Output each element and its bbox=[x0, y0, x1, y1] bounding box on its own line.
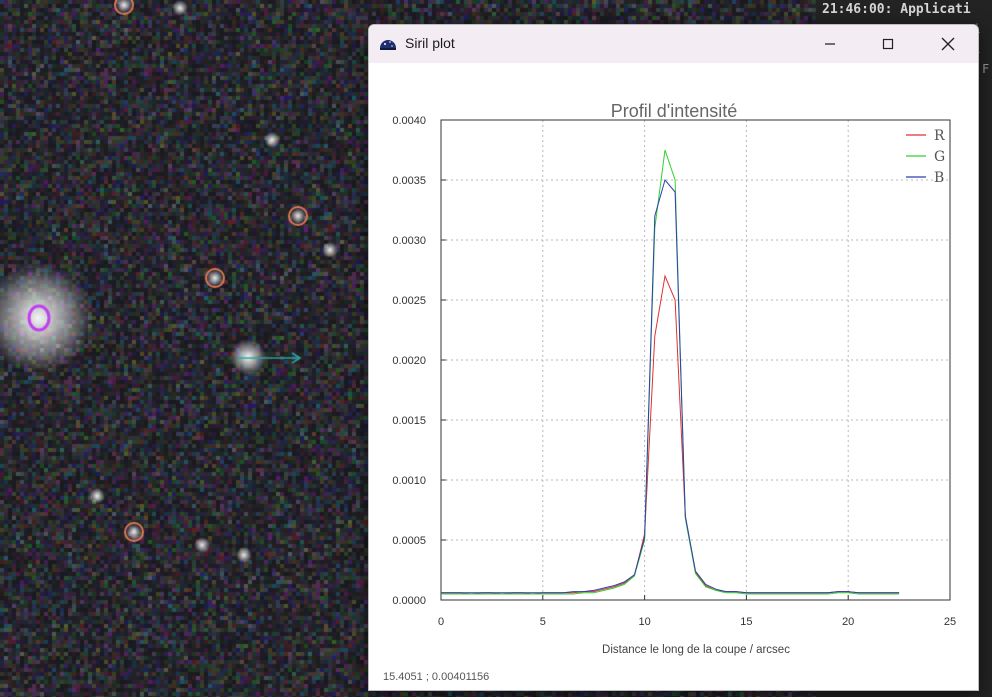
series-line-g bbox=[441, 149, 900, 595]
x-tick-label: 20 bbox=[842, 616, 854, 628]
maximize-button[interactable] bbox=[865, 29, 911, 59]
minimize-button[interactable] bbox=[807, 29, 853, 59]
minimize-icon bbox=[825, 43, 835, 45]
siril-app-icon bbox=[380, 40, 396, 50]
window-title: Siril plot bbox=[405, 35, 455, 51]
x-axis-label: Distance le long de la coupe / arcsec bbox=[602, 644, 790, 656]
console-fragment: F bbox=[982, 62, 990, 76]
close-icon bbox=[941, 37, 955, 51]
siril-plot-window: Siril plot Profil d'intensité Distance l… bbox=[368, 24, 979, 691]
y-tick-label: 0.0020 bbox=[392, 355, 426, 367]
series-line-r bbox=[441, 274, 900, 595]
x-tick-label: 0 bbox=[438, 616, 444, 628]
chart-title: Profil d'intensité bbox=[611, 101, 738, 121]
y-tick-label: 0.0030 bbox=[392, 235, 426, 247]
x-tick-label: 10 bbox=[638, 616, 650, 628]
y-tick-label: 0.0010 bbox=[392, 475, 426, 487]
y-tick-label: 0.0025 bbox=[392, 295, 426, 307]
x-tick-label: 15 bbox=[740, 616, 752, 628]
y-tick-label: 0.0040 bbox=[392, 115, 426, 127]
intensity-profile-chart[interactable]: Profil d'intensité Distance le long de l… bbox=[369, 63, 978, 690]
maximize-icon bbox=[882, 38, 894, 50]
cursor-coordinates: 15.4051 ; 0.00401156 bbox=[383, 671, 490, 683]
legend-label-g: G bbox=[934, 149, 945, 165]
series-line-b bbox=[441, 178, 900, 594]
x-tick-label: 5 bbox=[540, 616, 546, 628]
x-tick-label: 25 bbox=[944, 616, 956, 628]
console-log-line: 21:46:00: Applicati bbox=[822, 2, 971, 17]
close-button[interactable] bbox=[925, 29, 971, 59]
y-tick-label: 0.0000 bbox=[392, 595, 426, 607]
legend-label-r: R bbox=[934, 128, 945, 144]
y-tick-label: 0.0005 bbox=[392, 535, 426, 547]
window-titlebar[interactable]: Siril plot bbox=[369, 25, 978, 63]
legend-label-b: B bbox=[934, 170, 944, 186]
y-tick-label: 0.0015 bbox=[392, 415, 426, 427]
y-tick-label: 0.0035 bbox=[392, 175, 426, 187]
